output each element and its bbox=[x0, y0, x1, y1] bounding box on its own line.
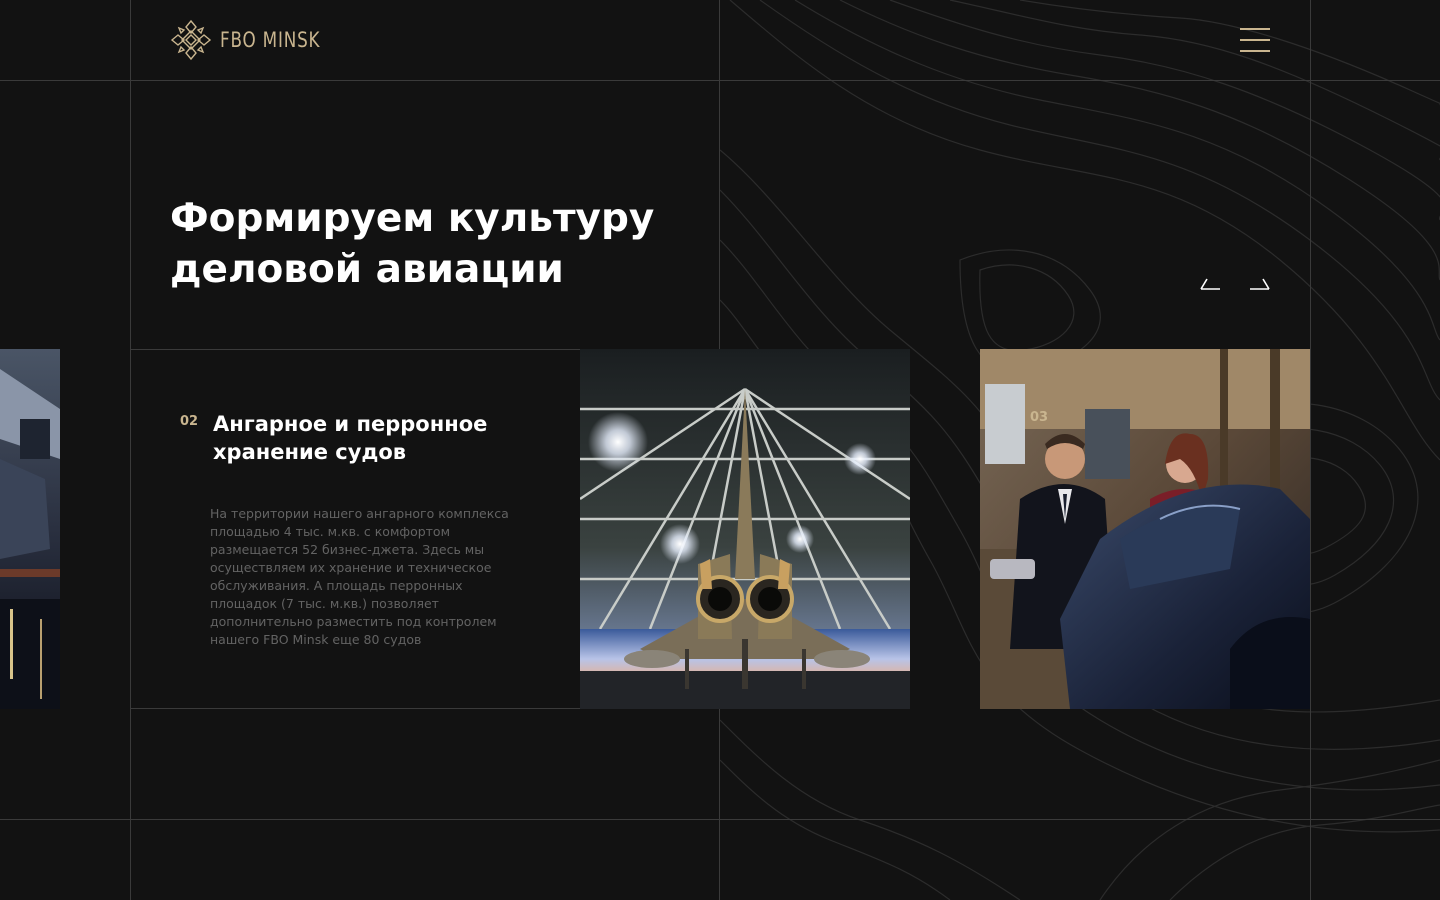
next-slide-button[interactable] bbox=[1249, 276, 1271, 290]
arrow-right-icon bbox=[1250, 278, 1270, 290]
slide-title-line: хранение судов bbox=[213, 440, 407, 464]
slide-description-line: На территории нашего ангарного комплекса bbox=[210, 506, 509, 521]
grid-line bbox=[0, 80, 1440, 81]
arrow-left-icon bbox=[1200, 278, 1220, 290]
prev-slide-button[interactable] bbox=[1199, 276, 1221, 290]
grid-line bbox=[0, 819, 1440, 820]
slide-description-line: обслуживания. А площадь перронных bbox=[210, 578, 463, 593]
slide-description-line: дополнительно разместить под контролем bbox=[210, 614, 497, 629]
previous-slide-image[interactable] bbox=[0, 349, 60, 709]
page-title: Формируем культуру деловой авиации bbox=[170, 193, 690, 295]
slide-description-line: размещается 52 бизнес-джета. Здесь мы bbox=[210, 542, 485, 557]
grid-line bbox=[130, 0, 131, 900]
slide-title: Ангарное и перронное хранение судов bbox=[213, 410, 543, 466]
slide-number: 02 bbox=[180, 414, 199, 429]
slide-number: 03 bbox=[1030, 410, 1049, 425]
slide-title-line: Ангарное и перронное bbox=[213, 412, 488, 436]
hangar-jet-image[interactable] bbox=[580, 349, 910, 709]
grid-line bbox=[1310, 0, 1311, 900]
page-title-line: деловой авиации bbox=[170, 247, 564, 292]
hamburger-icon-line bbox=[1240, 28, 1270, 30]
logo[interactable]: FBO MINSK bbox=[170, 19, 345, 61]
hamburger-icon-line bbox=[1240, 50, 1270, 52]
slide-description: На территории нашего ангарного комплекса… bbox=[210, 505, 510, 649]
slide-description-line: нашего FBO Minsk еще 80 судов bbox=[210, 632, 422, 647]
logo-text: FBO MINSK bbox=[220, 28, 321, 52]
slide-description-line: осуществляем их хранение и техническое bbox=[210, 560, 492, 575]
logo-ornament-icon bbox=[170, 19, 212, 61]
next-slide-image[interactable]: 03 bbox=[980, 349, 1310, 709]
menu-button[interactable] bbox=[1240, 28, 1270, 52]
page-title-line: Формируем культуру bbox=[170, 196, 655, 241]
slide-description-line: площадок (7 тыс. м.кв.) позволяет bbox=[210, 596, 439, 611]
slide-description-line: площадью 4 тыс. м.кв. с комфортом bbox=[210, 524, 451, 539]
hamburger-icon-line bbox=[1240, 39, 1270, 41]
